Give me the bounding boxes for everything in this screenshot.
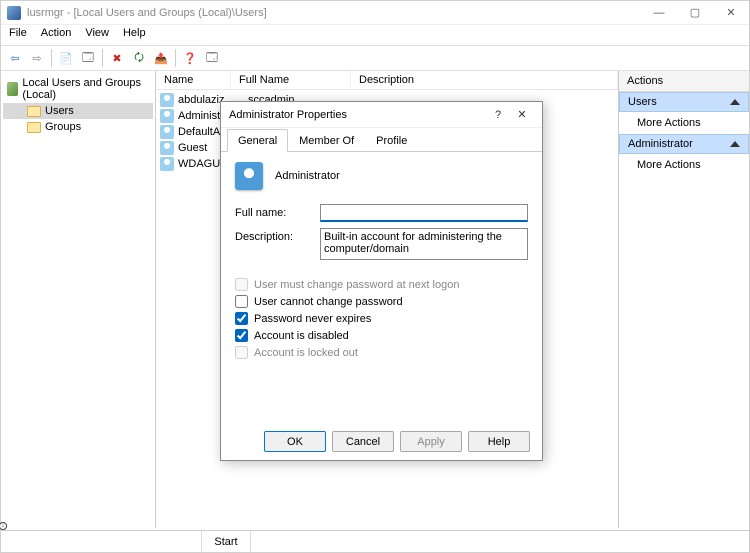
properties-dialog: Administrator Properties ? ✕ General Mem…: [220, 101, 543, 461]
user-icon: ↓: [160, 125, 174, 139]
check-neverexpires[interactable]: Password never expires: [235, 312, 528, 325]
checkbox[interactable]: [235, 295, 248, 308]
menubar: File Action View Help: [1, 25, 749, 45]
actions-section-users[interactable]: Users: [619, 92, 749, 112]
list-header: Name Full Name Description: [156, 71, 618, 90]
show-hide-button[interactable]: 🗔: [78, 48, 98, 68]
dialog-title: Administrator Properties: [229, 109, 486, 121]
actions-section-label: Administrator: [628, 138, 693, 150]
collapse-icon: [730, 141, 740, 147]
dialog-body: Administrator Full name: Description: Bu…: [221, 152, 542, 373]
dialog-heading: Administrator: [275, 170, 340, 182]
tree-panel: Local Users and Groups (Local) Users Gro…: [1, 71, 156, 528]
dialog-titlebar: Administrator Properties ? ✕: [221, 102, 542, 128]
up-button[interactable]: 📄: [56, 48, 76, 68]
tab-memberof[interactable]: Member Of: [288, 129, 365, 152]
check-label: User cannot change password: [254, 296, 403, 308]
tab-profile[interactable]: Profile: [365, 129, 418, 152]
actions-more-users[interactable]: More Actions: [619, 112, 749, 134]
check-label: Account is locked out: [254, 347, 358, 359]
fullname-label: Full name:: [235, 204, 320, 219]
tree-item-label: Groups: [45, 121, 81, 133]
col-description[interactable]: Description: [351, 71, 618, 89]
export-button[interactable]: 📤: [151, 48, 171, 68]
delete-button[interactable]: ✖: [107, 48, 127, 68]
cancel-button[interactable]: Cancel: [332, 431, 394, 452]
checkbox: [235, 278, 248, 291]
row-fullname: Full name:: [235, 204, 528, 222]
toolbar: ⇦ ⇨ 📄 🗔 ✖ 🗘 📤 ❓ 🗔: [1, 45, 749, 71]
user-icon: ↓: [160, 109, 174, 123]
refresh-button[interactable]: 🗘: [129, 48, 149, 68]
back-button[interactable]: ⇦: [5, 48, 25, 68]
user-icon: [160, 157, 174, 171]
menu-file[interactable]: File: [9, 27, 27, 43]
fullname-input[interactable]: [320, 204, 528, 222]
menu-view[interactable]: View: [85, 27, 109, 43]
dialog-close-button[interactable]: ✕: [510, 108, 534, 121]
window-controls: — ▢ ✕: [641, 1, 749, 25]
col-fullname[interactable]: Full Name: [231, 71, 351, 89]
actions-section-admin[interactable]: Administrator: [619, 134, 749, 154]
check-lockedout: Account is locked out: [235, 346, 528, 359]
user-large-icon: [235, 162, 263, 190]
checkbox: [235, 346, 248, 359]
tree-root[interactable]: Local Users and Groups (Local): [3, 75, 153, 103]
tree-item-label: Users: [45, 105, 74, 117]
app-icon: [7, 6, 21, 20]
actions-more-admin[interactable]: More Actions: [619, 154, 749, 176]
check-cannotchange[interactable]: User cannot change password: [235, 295, 528, 308]
check-label: Password never expires: [254, 313, 371, 325]
folder-icon: [27, 106, 41, 117]
collapse-icon: [730, 99, 740, 105]
actions-header: Actions: [619, 71, 749, 92]
menu-action[interactable]: Action: [41, 27, 72, 43]
user-icon: [160, 93, 174, 107]
mmc-icon: [7, 82, 18, 96]
properties-button[interactable]: 🗔: [202, 48, 222, 68]
titlebar: lusrmgr - [Local Users and Groups (Local…: [1, 1, 749, 25]
dialog-tabs: General Member Of Profile: [221, 128, 542, 152]
cell-name: Guest: [178, 142, 207, 154]
check-mustchange: User must change password at next logon: [235, 278, 528, 291]
apply-button[interactable]: Apply: [400, 431, 462, 452]
menu-help[interactable]: Help: [123, 27, 146, 43]
row-description: Description: Built-in account for admini…: [235, 228, 528, 260]
maximize-button[interactable]: ▢: [677, 1, 713, 25]
window-title: lusrmgr - [Local Users and Groups (Local…: [27, 7, 641, 19]
actions-panel: Actions Users More Actions Administrator…: [619, 71, 749, 528]
close-button[interactable]: ✕: [713, 1, 749, 25]
tree-item-users[interactable]: Users: [3, 103, 153, 119]
tree-item-groups[interactable]: Groups: [3, 119, 153, 135]
taskbar: Start: [1, 530, 749, 552]
description-input[interactable]: Built-in account for administering the c…: [320, 228, 528, 260]
forward-button[interactable]: ⇨: [27, 48, 47, 68]
user-icon: ↓: [160, 141, 174, 155]
help-button[interactable]: Help: [468, 431, 530, 452]
check-label: Account is disabled: [254, 330, 349, 342]
actions-section-label: Users: [628, 96, 657, 108]
description-label: Description:: [235, 228, 320, 243]
tab-general[interactable]: General: [227, 129, 288, 152]
check-disabled[interactable]: Account is disabled: [235, 329, 528, 342]
dialog-header: Administrator: [235, 162, 528, 190]
dialog-help-button[interactable]: ?: [486, 109, 510, 121]
checkbox[interactable]: [235, 329, 248, 342]
folder-icon: [27, 122, 41, 133]
ok-button[interactable]: OK: [264, 431, 326, 452]
tree-root-label: Local Users and Groups (Local): [22, 77, 149, 101]
check-label: User must change password at next logon: [254, 279, 459, 291]
start-button[interactable]: Start: [201, 531, 251, 552]
dialog-footer: OK Cancel Apply Help: [233, 431, 530, 452]
checkbox[interactable]: [235, 312, 248, 325]
col-name[interactable]: Name: [156, 71, 231, 89]
help-button[interactable]: ❓: [180, 48, 200, 68]
minimize-button[interactable]: —: [641, 1, 677, 25]
